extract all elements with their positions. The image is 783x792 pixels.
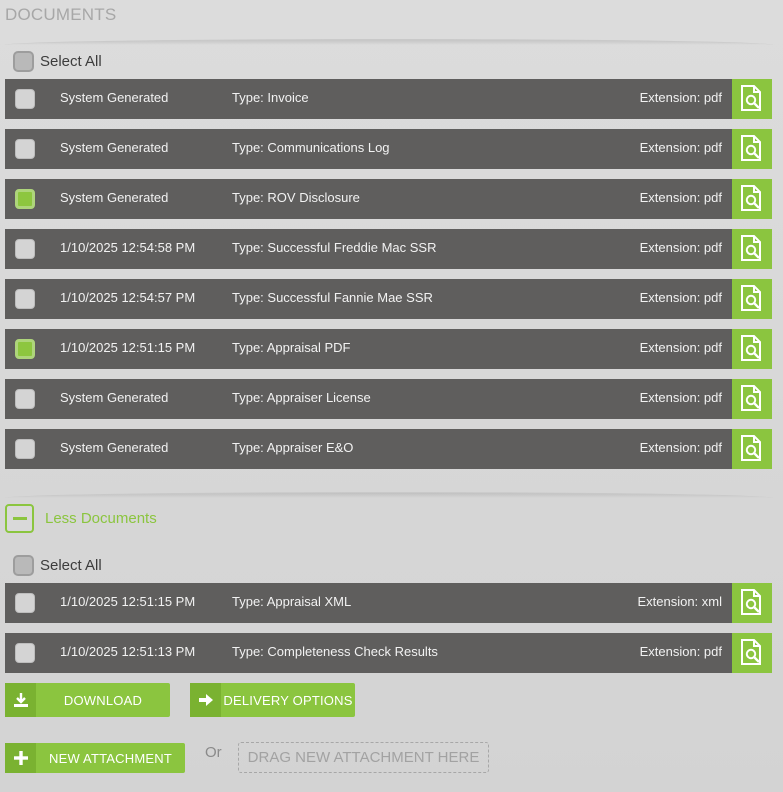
or-label: Or [205,744,222,761]
divider [5,492,773,498]
document-checkbox[interactable] [15,289,35,309]
document-date: 1/10/2025 12:51:15 PM [60,594,196,609]
document-extension: Extension: pdf [639,240,722,255]
document-row[interactable]: System Generated Type: ROV Disclosure Exte… [5,179,772,219]
document-checkbox[interactable] [15,643,35,663]
section-title: DOCUMENTS [5,5,117,24]
document-row[interactable]: System Generated Type: Appraiser License E… [5,379,772,419]
document-date: System Generated [60,140,169,155]
view-document-button[interactable] [732,633,772,673]
document-checkbox[interactable] [15,593,35,613]
document-date: 1/10/2025 12:51:13 PM [60,644,196,659]
view-document-button[interactable] [732,429,772,469]
document-type: Type: Appraiser License [232,390,371,405]
document-row[interactable]: 1/10/2025 12:54:57 PM Type: Successful Fa… [5,279,772,319]
document-search-icon [739,84,765,115]
document-date: System Generated [60,90,169,105]
document-row[interactable]: System Generated Type: Invoice Extension: … [5,79,772,119]
document-type: Type: Completeness Check Results [232,644,438,659]
download-button[interactable]: DOWNLOAD [5,683,170,717]
document-date: System Generated [60,440,169,455]
divider [5,39,773,45]
select-all-label: Select All [40,52,102,70]
minus-icon[interactable] [5,503,34,533]
document-extension: Extension: pdf [639,290,722,305]
document-checkbox[interactable] [15,339,35,359]
document-checkbox[interactable] [15,439,35,459]
document-checkbox[interactable] [15,389,35,409]
download-icon [5,683,36,717]
view-document-button[interactable] [732,279,772,319]
drop-zone[interactable]: DRAG NEW ATTACHMENT HERE [238,742,489,773]
select-all-box[interactable] [13,50,34,72]
document-row[interactable]: 1/10/2025 12:51:13 PM Type: Completeness … [5,633,772,673]
view-document-button[interactable] [732,179,772,219]
document-type: Type: Successful Freddie Mac SSR [232,240,437,255]
less-documents-toggle[interactable]: Less Documents [5,503,157,533]
select-all-box[interactable] [13,554,34,576]
document-date: System Generated [60,390,169,405]
view-document-button[interactable] [732,583,772,623]
select-all-checkbox-extra[interactable]: Select All [13,554,102,576]
delivery-options-button[interactable]: DELIVERY OPTIONS [190,683,355,717]
view-document-button[interactable] [732,329,772,369]
document-type: Type: Invoice [232,90,309,105]
document-search-icon [739,234,765,265]
document-extension: Extension: pdf [639,440,722,455]
document-type: Type: Appraiser E&O [232,440,354,455]
document-search-icon [739,184,765,215]
document-extension: Extension: pdf [639,644,722,659]
drop-zone-label: DRAG NEW ATTACHMENT HERE [247,749,480,766]
document-date: 1/10/2025 12:54:57 PM [60,290,196,305]
document-row[interactable]: 1/10/2025 12:54:58 PM Type: Successful Fr… [5,229,772,269]
document-date: 1/10/2025 12:54:58 PM [60,240,196,255]
download-label: DOWNLOAD [63,692,143,708]
document-row[interactable]: 1/10/2025 12:51:15 PM Type: Appraisal XML… [5,583,772,623]
document-search-icon [739,284,765,315]
document-search-icon [739,134,765,165]
select-all-label: Select All [40,556,102,574]
document-extension: Extension: xml [637,594,722,609]
document-extension: Extension: pdf [639,140,722,155]
view-document-button[interactable] [732,129,772,169]
document-extension: Extension: pdf [639,190,722,205]
new-attachment-button[interactable]: NEW ATTACHMENT [5,743,185,773]
view-document-button[interactable] [732,229,772,269]
document-extension: Extension: pdf [639,90,722,105]
document-row[interactable]: System Generated Type: Communications Log… [5,129,772,169]
document-search-icon [739,334,765,365]
document-type: Type: ROV Disclosure [232,190,360,205]
document-date: 1/10/2025 12:51:15 PM [60,340,196,355]
document-checkbox[interactable] [15,139,35,159]
document-checkbox[interactable] [15,189,35,209]
select-all-checkbox[interactable]: Select All [13,50,102,72]
document-type: Type: Appraisal XML [232,594,352,609]
document-type: Type: Communications Log [232,140,390,155]
arrow-right-icon [190,683,221,717]
view-document-button[interactable] [732,379,772,419]
document-row[interactable]: 1/10/2025 12:51:15 PM Type: Appraisal PDF… [5,329,772,369]
plus-icon [5,743,36,773]
document-extension: Extension: pdf [639,340,722,355]
document-row[interactable]: System Generated Type: Appraiser E&O Exten… [5,429,772,469]
less-documents-label: Less Documents [45,509,157,527]
document-checkbox[interactable] [15,89,35,109]
new-attachment-label: NEW ATTACHMENT [49,750,172,766]
document-search-icon [739,434,765,465]
document-extension: Extension: pdf [639,390,722,405]
document-checkbox[interactable] [15,239,35,259]
view-document-button[interactable] [732,79,772,119]
document-search-icon [739,638,765,669]
delivery-options-label: DELIVERY OPTIONS [223,692,353,708]
document-date: System Generated [60,190,169,205]
document-type: Type: Successful Fannie Mae SSR [232,290,433,305]
document-search-icon [739,384,765,415]
document-search-icon [739,588,765,619]
document-type: Type: Appraisal PDF [232,340,351,355]
